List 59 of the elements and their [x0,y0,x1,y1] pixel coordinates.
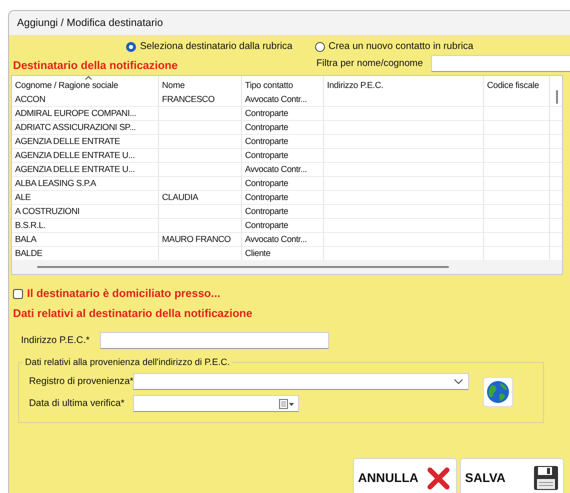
table-cell-text: Controparte [244,149,290,162]
filter-field[interactable] [431,55,570,72]
radio-label[interactable]: Seleziona destinatario dalla rubrica [140,41,292,52]
table-cell-text: B.S.R.L. [14,219,46,232]
calendar-icon [279,398,295,408]
globe-button[interactable] [483,377,513,407]
table-cell-text: ACCON [14,93,46,106]
chevron-down-icon [454,378,463,384]
field-label: Registro di provenienza* [29,376,133,387]
table-cell-text: Controparte [244,107,290,120]
column-header[interactable]: Nome [159,76,242,93]
radio-button[interactable] [126,42,136,52]
table-cell-text: Avvocato Contr... [244,233,308,246]
field-label: Filtra per nome/cognome [316,58,423,69]
scrollbar-thumb[interactable] [556,90,558,104]
table-cell-text: Controparte [244,121,290,134]
radio-button[interactable] [314,42,324,52]
cancel-button[interactable]: ANNULLA [353,458,457,493]
table-cell-text: CLAUDIA [161,191,200,204]
section-heading: Destinatario della notificazione [13,60,178,72]
section-heading: Dati relativi al destinatario della notificazione [13,308,252,320]
table-cell-text: BALDE [14,247,44,260]
window-title: Aggiungi / Modifica destinatario [17,16,163,31]
table-cell-text: ADMIRAL EUROPE COMPANI... [14,107,138,120]
checkbox[interactable] [13,289,23,299]
group-box-title: Dati relativi alla provenienza dell'indirizzo di P.E.C. [24,357,231,367]
globe-icon [486,380,510,404]
table-cell-text: BALA [14,233,38,246]
table-cell-text: ADRIATC ASSICURAZIONI SP... [14,121,137,134]
table-cell-text: A COSTRUZIONI [14,205,81,218]
table-cell-text: Avvocato Contr... [244,93,308,106]
scrollbar-thumb[interactable] [37,266,449,268]
radio-label[interactable]: Crea un nuovo contatto in rubrica [328,41,474,52]
table-cell-text: Controparte [244,205,290,218]
table-cell-text: ALBA LEASING S.P.A [14,177,98,190]
registry-dropdown[interactable] [133,373,469,390]
pec-address-field[interactable] [100,332,329,349]
table-cell-text: AGENZIA DELLE ENTRATE [14,135,121,148]
table-cell-text: Controparte [244,191,290,204]
table-cell-text: Avvocato Contr... [244,163,308,176]
close-icon [426,464,452,490]
save-button[interactable]: SALVA [460,458,564,493]
column-header[interactable]: Cognome / Ragione sociale [12,76,159,93]
table-cell-text: ALE [14,191,32,204]
table-cell-text: MAURO FRANCO [161,233,232,246]
column-header[interactable]: Indirizzo P.E.C. [324,76,484,93]
table-cell-text: Controparte [244,177,290,190]
column-header[interactable]: Codice fiscale [484,76,550,93]
table-cell-text: Cliente [244,247,272,260]
date-picker[interactable] [133,395,299,412]
column-header[interactable]: Tipo contatto [242,76,324,93]
table-cell-text: AGENZIA DELLE ENTRATE U... [14,163,136,176]
checkbox-label[interactable]: Il destinatario è domiciliato presso... [27,288,220,300]
table-cell-text: FRANCESCO [161,93,216,106]
table-cell-text: AGENZIA DELLE ENTRATE U... [14,149,136,162]
field-label: Data di ultima verifica* [29,398,126,409]
table-cell-text: Controparte [244,219,290,232]
table-cell-text: Controparte [244,135,290,148]
field-label: Indirizzo P.E.C.* [21,335,90,346]
